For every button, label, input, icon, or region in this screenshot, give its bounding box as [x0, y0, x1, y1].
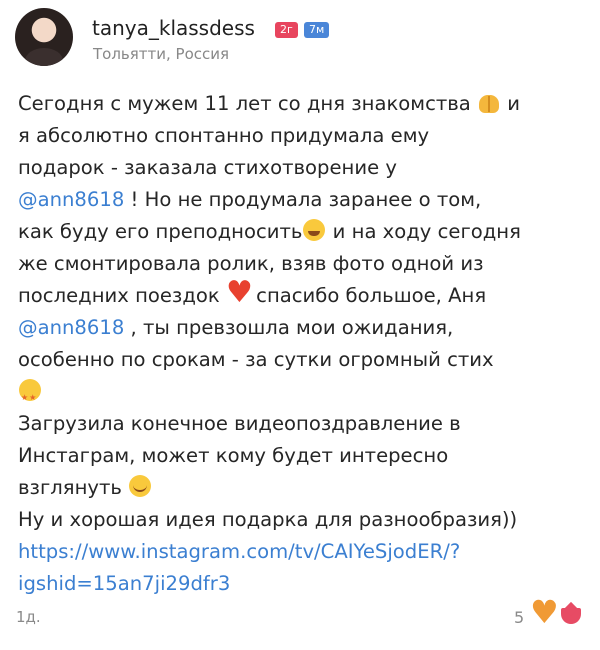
blush-icon — [128, 474, 152, 498]
post-text: особенно по срокам - за сутки огромный с… — [18, 348, 494, 371]
post-text: последних поездок — [18, 284, 226, 307]
sweat-smile-icon — [302, 218, 326, 242]
post-text: Инстаграм, может кому будет интересно — [18, 444, 449, 467]
post-text: взглянуть — [18, 476, 129, 499]
post-text: и — [501, 92, 521, 115]
class-icon[interactable] — [558, 601, 586, 629]
username[interactable]: tanya_klassdess — [92, 16, 255, 40]
post-text: Ну и хорошая идея подарка для разнообраз… — [18, 508, 518, 531]
mention-link[interactable]: @ann8618 — [18, 316, 124, 339]
post-text: ! Но не продумала заранее о том, — [124, 188, 482, 211]
post-header: tanya_klassdess 2г 7м Тольятти, Россия — [0, 0, 600, 80]
time-badge: 7м — [304, 22, 330, 38]
mention-link[interactable]: @ann8618 — [18, 188, 124, 211]
avatar[interactable] — [15, 8, 73, 66]
post-text: Сегодня с мужем 11 лет со дня знакомства — [18, 92, 471, 115]
post-text: и на ходу сегодня — [326, 220, 521, 243]
like-heart-icon[interactable] — [528, 594, 559, 630]
post-text: я абсолютно спонтанно придумала ему — [18, 124, 430, 147]
heart-icon — [226, 277, 253, 309]
post-text: как буду его преподносить — [18, 220, 303, 243]
post-text: спасибо большое, Аня — [249, 284, 487, 307]
post-text: , ты превзошла мои ожидания, — [124, 316, 454, 339]
raised-hands-icon — [477, 90, 501, 114]
age-badge: 2г — [275, 22, 298, 38]
star-struck-icon — [18, 378, 42, 414]
external-link-continued[interactable]: igshid=15an7ji29dfr3 — [18, 572, 230, 595]
external-link[interactable]: https://www.instagram.com/tv/CAIYeSjodER… — [18, 540, 460, 563]
post-body: Сегодня с мужем 11 лет со дня знакомства… — [18, 88, 588, 600]
post-text: же смонтировала ролик, взяв фото одной и… — [18, 252, 484, 275]
post-text: подарок - заказала стихотворение у — [18, 156, 397, 179]
post-time: 1д. — [16, 608, 41, 626]
avatar-figure — [25, 48, 63, 66]
location-text: Тольятти, Россия — [93, 45, 230, 63]
post-text: Загрузила конечное видеопоздравление в — [18, 412, 461, 435]
like-count: 5 — [514, 608, 525, 627]
